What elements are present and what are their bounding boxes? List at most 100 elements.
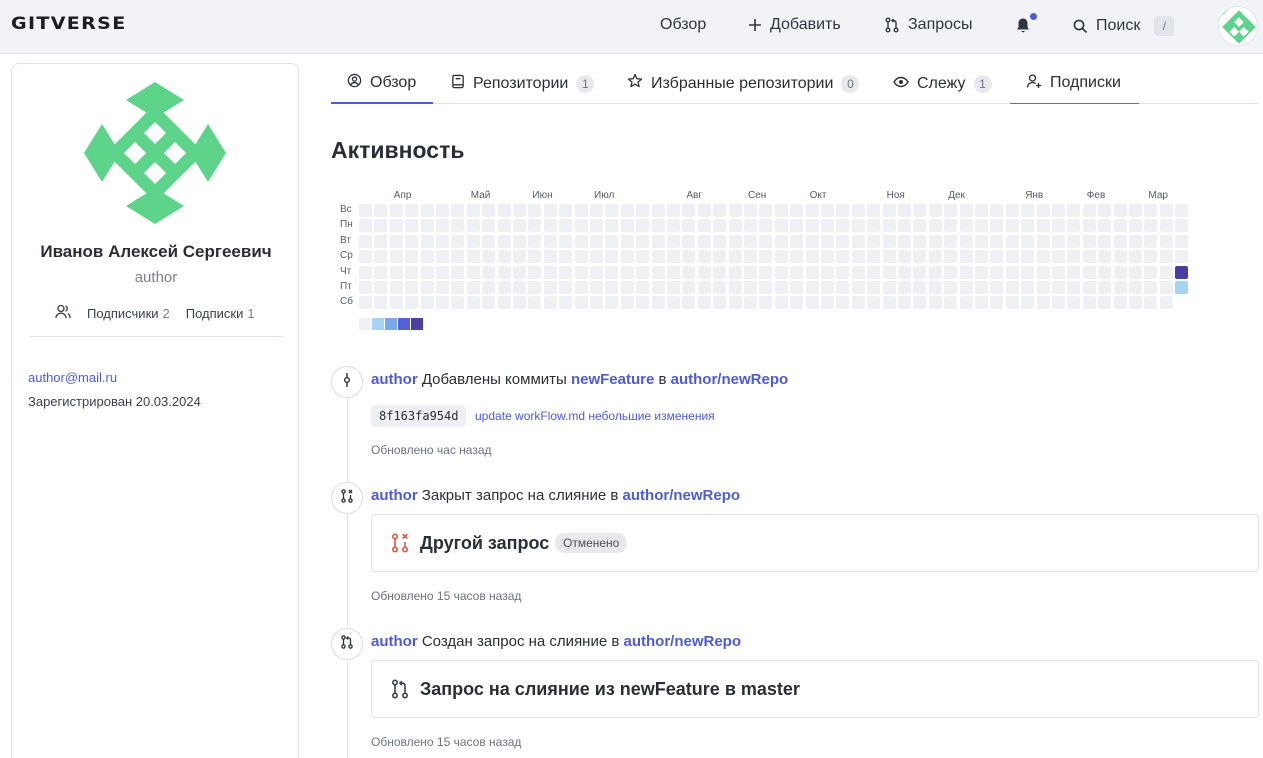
heatmap-day-cell[interactable] xyxy=(697,219,711,233)
heatmap-day-cell[interactable] xyxy=(805,296,819,310)
heatmap-day-cell[interactable] xyxy=(389,219,403,233)
heatmap-day-cell[interactable] xyxy=(405,296,419,310)
heatmap-day-cell[interactable] xyxy=(651,204,665,217)
heatmap-day-cell[interactable] xyxy=(605,250,619,264)
heatmap-day-cell[interactable] xyxy=(975,234,988,248)
heatmap-day-cell[interactable] xyxy=(913,234,927,248)
heatmap-day-cell[interactable] xyxy=(420,234,434,248)
heatmap-day-cell[interactable] xyxy=(821,296,834,310)
heatmap-day-cell[interactable] xyxy=(1129,219,1142,233)
heatmap-day-cell[interactable] xyxy=(713,219,727,233)
heatmap-day-cell[interactable] xyxy=(713,234,727,248)
heatmap-day-cell[interactable] xyxy=(574,281,588,294)
heatmap-day-cell[interactable] xyxy=(359,219,372,233)
heatmap-day-cell[interactable] xyxy=(1021,250,1035,264)
heatmap-day-cell[interactable] xyxy=(744,281,757,294)
heatmap-day-cell[interactable] xyxy=(1052,265,1065,279)
heatmap-day-cell[interactable] xyxy=(836,219,850,233)
heatmap-day-cell[interactable] xyxy=(697,296,711,310)
heatmap-day-cell[interactable] xyxy=(1098,265,1112,279)
heatmap-day-cell[interactable] xyxy=(1082,250,1096,264)
event-repo-link[interactable]: author/newRepo xyxy=(671,371,789,388)
heatmap-day-cell[interactable] xyxy=(605,265,619,279)
heatmap-day-cell[interactable] xyxy=(1052,250,1065,264)
heatmap-day-cell[interactable] xyxy=(482,219,496,233)
heatmap-day-cell[interactable] xyxy=(513,281,526,294)
heatmap-day-cell[interactable] xyxy=(1036,204,1050,217)
heatmap-day-cell[interactable] xyxy=(836,204,850,217)
heatmap-day-cell[interactable] xyxy=(405,234,419,248)
heatmap-day-cell[interactable] xyxy=(605,219,619,233)
heatmap-day-cell[interactable] xyxy=(836,281,850,294)
heatmap-day-cell[interactable] xyxy=(990,234,1004,248)
heatmap-day-cell[interactable] xyxy=(1113,250,1127,264)
heatmap-day-cell[interactable] xyxy=(620,219,634,233)
heatmap-day-cell[interactable] xyxy=(590,219,603,233)
heatmap-day-cell[interactable] xyxy=(605,234,619,248)
heatmap-day-cell[interactable] xyxy=(805,265,819,279)
heatmap-day-cell[interactable] xyxy=(590,250,603,264)
heatmap-day-cell[interactable] xyxy=(867,281,881,294)
heatmap-day-cell[interactable] xyxy=(913,204,927,217)
followers-link[interactable]: Подписчики 2 xyxy=(87,306,170,321)
heatmap-day-cell[interactable] xyxy=(682,204,696,217)
heatmap-day-cell[interactable] xyxy=(590,296,603,310)
heatmap-day-cell[interactable] xyxy=(590,204,603,217)
heatmap-day-cell[interactable] xyxy=(959,296,973,310)
heatmap-day-cell[interactable] xyxy=(697,265,711,279)
heatmap-day-cell[interactable] xyxy=(1113,234,1127,248)
heatmap-day-cell[interactable] xyxy=(451,265,465,279)
heatmap-day-cell[interactable] xyxy=(513,204,526,217)
heatmap-day-cell[interactable] xyxy=(436,265,449,279)
heatmap-day-cell[interactable] xyxy=(821,234,834,248)
heatmap-day-cell[interactable] xyxy=(944,265,958,279)
heatmap-day-cell[interactable] xyxy=(1098,281,1112,294)
heatmap-day-cell[interactable] xyxy=(774,296,788,310)
heatmap-day-cell[interactable] xyxy=(836,250,850,264)
heatmap-day-cell[interactable] xyxy=(821,281,834,294)
heatmap-day-cell[interactable] xyxy=(774,250,788,264)
heatmap-day-cell[interactable] xyxy=(405,265,419,279)
heatmap-day-cell[interactable] xyxy=(1082,204,1096,217)
heatmap-day-cell[interactable] xyxy=(1144,296,1158,310)
heatmap-day-cell[interactable] xyxy=(790,250,804,264)
heatmap-day-cell[interactable] xyxy=(389,234,403,248)
heatmap-day-cell[interactable] xyxy=(713,296,727,310)
heatmap-day-cell[interactable] xyxy=(898,234,911,248)
heatmap-day-cell[interactable] xyxy=(774,234,788,248)
heatmap-day-cell[interactable] xyxy=(898,204,911,217)
heatmap-day-cell[interactable] xyxy=(882,250,896,264)
heatmap-day-cell[interactable] xyxy=(1021,234,1035,248)
heatmap-day-cell[interactable] xyxy=(928,204,942,217)
heatmap-day-cell[interactable] xyxy=(543,204,557,217)
heatmap-day-cell[interactable] xyxy=(667,281,680,294)
heatmap-day-cell[interactable] xyxy=(1036,219,1050,233)
heatmap-day-cell[interactable] xyxy=(759,234,773,248)
heatmap-day-cell[interactable] xyxy=(559,234,573,248)
heatmap-day-cell[interactable] xyxy=(975,250,988,264)
heatmap-day-cell[interactable] xyxy=(790,204,804,217)
heatmap-day-cell[interactable] xyxy=(774,204,788,217)
heatmap-day-cell[interactable] xyxy=(928,219,942,233)
heatmap-day-cell[interactable] xyxy=(497,281,511,294)
heatmap-day-cell[interactable] xyxy=(851,250,865,264)
heatmap-day-cell[interactable] xyxy=(420,265,434,279)
heatmap-day-cell[interactable] xyxy=(1021,219,1035,233)
heatmap-day-cell[interactable] xyxy=(374,296,388,310)
heatmap-day-cell[interactable] xyxy=(805,250,819,264)
heatmap-day-cell[interactable] xyxy=(451,204,465,217)
heatmap-day-cell[interactable] xyxy=(528,234,542,248)
heatmap-day-cell[interactable] xyxy=(713,281,727,294)
heatmap-day-cell[interactable] xyxy=(466,296,480,310)
heatmap-day-cell[interactable] xyxy=(374,281,388,294)
heatmap-day-cell[interactable] xyxy=(1005,219,1019,233)
heatmap-day-cell[interactable] xyxy=(1098,234,1112,248)
heatmap-day-cell[interactable] xyxy=(559,219,573,233)
heatmap-day-cell[interactable] xyxy=(389,204,403,217)
heatmap-day-cell[interactable] xyxy=(790,219,804,233)
heatmap-day-cell[interactable] xyxy=(959,219,973,233)
heatmap-day-cell[interactable] xyxy=(990,281,1004,294)
heatmap-day-cell[interactable] xyxy=(944,281,958,294)
heatmap-day-cell[interactable] xyxy=(605,296,619,310)
heatmap-day-cell[interactable] xyxy=(620,281,634,294)
